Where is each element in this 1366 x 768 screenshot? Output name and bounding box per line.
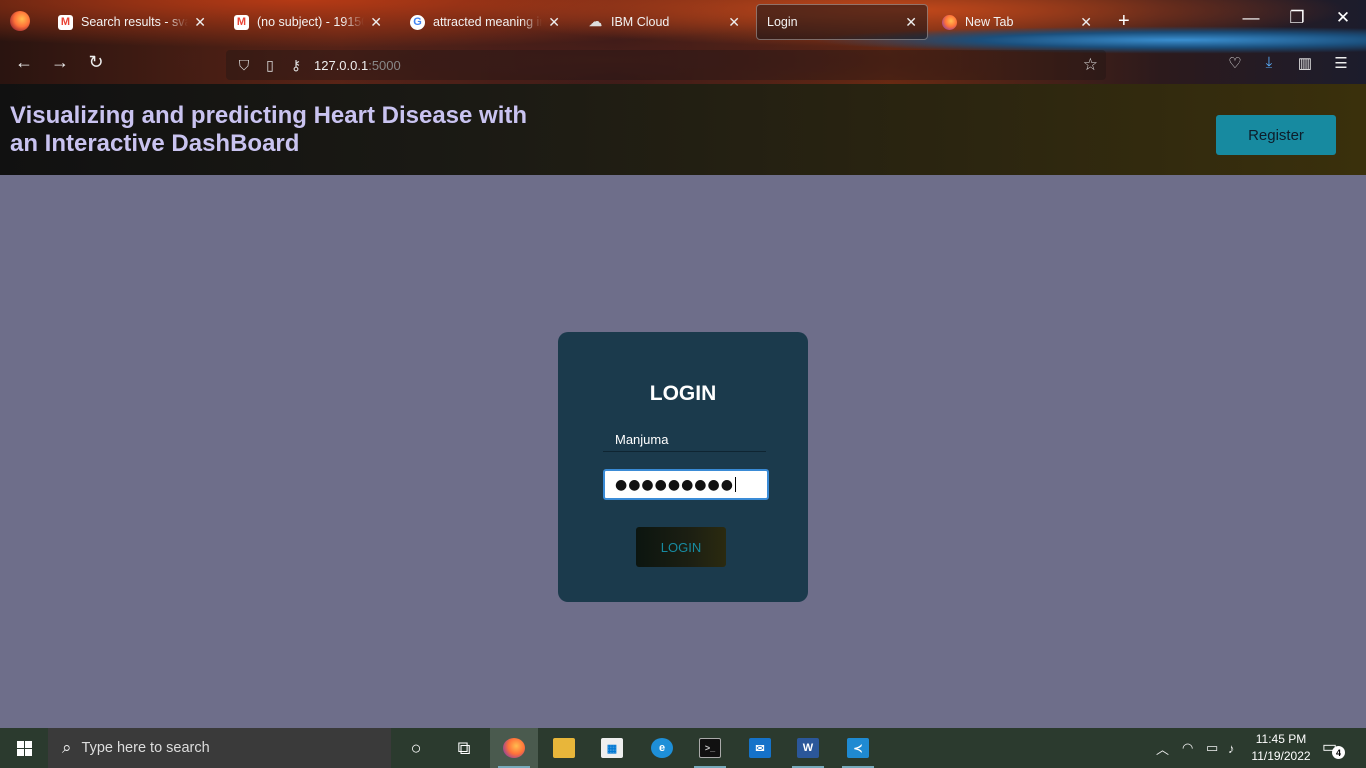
firefox-menu-icon[interactable] (10, 11, 30, 31)
forward-arrow-icon[interactable]: → (48, 52, 72, 73)
url-host: 127.0.0.1 (314, 57, 369, 73)
vscode-logo-icon: ≺ (847, 738, 869, 758)
new-tab-plus-icon[interactable]: + (1118, 10, 1130, 33)
file-explorer-icon[interactable] (540, 728, 588, 768)
firefox-icon (942, 14, 957, 30)
word-icon[interactable]: W (784, 728, 832, 768)
notification-center-icon[interactable]: ▭ 4 (1322, 737, 1345, 759)
gmail-icon: M (58, 14, 73, 30)
close-tab-icon[interactable]: ✕ (728, 14, 740, 31)
login-card: LOGIN ●●●●●●●●● LOGIN (558, 332, 808, 602)
password-masked-text: ●●●●●●●●● (615, 476, 734, 493)
search-icon: ⌕ (62, 738, 72, 757)
hamburger-menu-icon[interactable]: ☰ (1330, 54, 1352, 72)
terminal-icon[interactable]: >_ (686, 728, 734, 768)
close-tab-icon[interactable]: ✕ (194, 14, 206, 31)
windows-logo-icon (16, 740, 32, 756)
close-tab-icon[interactable]: ✕ (548, 14, 560, 31)
tab-search-results[interactable]: M Search results - svasthi ✕ (48, 4, 216, 40)
tab-new-tab[interactable]: New Tab ✕ (932, 4, 1102, 40)
login-button[interactable]: LOGIN (636, 527, 726, 567)
tab-title: Login (767, 15, 798, 29)
close-tab-icon[interactable]: ✕ (905, 14, 917, 31)
tab-title: New Tab (965, 15, 1014, 29)
url-text[interactable]: 127.0.0.1:5000 (314, 58, 401, 73)
google-icon: G (410, 14, 425, 30)
edge-icon[interactable]: e (638, 728, 686, 768)
volume-icon[interactable]: ♪ (1228, 728, 1235, 768)
page-info-icon[interactable]: ▯ (262, 57, 278, 74)
close-tab-icon[interactable]: ✕ (1080, 14, 1092, 31)
tab-attracted-meaning[interactable]: G attracted meaning in t ✕ (400, 4, 570, 40)
minimize-icon[interactable]: — (1236, 8, 1266, 28)
show-hidden-icons-chevron-up-icon[interactable]: ︿ (1156, 728, 1169, 768)
login-heading: LOGIN (649, 382, 717, 405)
tab-ibm-cloud[interactable]: ☁ IBM Cloud ✕ (578, 4, 750, 40)
text-cursor (734, 477, 736, 492)
download-icon[interactable]: ⤓ (1258, 54, 1280, 71)
tab-strip: M Search results - svasthi ✕ M (no subje… (0, 0, 1366, 44)
word-logo-icon: W (797, 738, 819, 758)
tab-title: Search results - svasthi (81, 15, 189, 29)
tab-title: attracted meaning in t (433, 15, 543, 29)
tab-no-subject[interactable]: M (no subject) - 1915040 ✕ (224, 4, 392, 40)
close-tab-icon[interactable]: ✕ (370, 14, 382, 31)
wifi-icon[interactable]: ◠ (1182, 728, 1193, 768)
edge-logo-icon: e (651, 738, 673, 758)
mail-icon[interactable]: ✉ (736, 728, 784, 768)
vscode-icon[interactable]: ≺ (834, 728, 882, 768)
clock-date: 11/19/2022 (1251, 749, 1311, 763)
restore-icon[interactable]: ❐ (1282, 8, 1312, 28)
notification-count: 4 (1332, 746, 1345, 759)
tab-title: (no subject) - 1915040 (257, 15, 364, 29)
tab-login[interactable]: Login ✕ (756, 4, 928, 40)
taskbar-search-box[interactable]: ⌕ Type here to search (48, 728, 391, 768)
folder-icon (553, 738, 575, 758)
envelope-icon: ✉ (749, 738, 771, 758)
sidebar-icon[interactable]: ▥ (1294, 54, 1316, 72)
battery-icon[interactable]: ▭ (1206, 728, 1218, 768)
username-field[interactable] (603, 428, 766, 452)
cloud-icon: ☁ (589, 14, 602, 29)
firefox-icon (503, 738, 525, 758)
reload-icon[interactable]: ↻ (84, 52, 108, 73)
windows-taskbar: ⌕ Type here to search ○ ⧉ ▦ e >_ ✉ W ≺ ︿… (0, 728, 1366, 768)
start-button[interactable] (0, 728, 48, 768)
pocket-icon[interactable]: ♡ (1224, 54, 1246, 72)
firefox-taskbar-icon[interactable] (490, 728, 538, 768)
bookmark-star-icon[interactable]: ☆ (1083, 55, 1098, 75)
tab-title: IBM Cloud (611, 15, 670, 29)
navigation-toolbar: ← → ↻ ⛉ ▯ ⚷ 127.0.0.1:5000 ☆ ♡ ⤓ ▥ ☰ (0, 44, 1366, 84)
gmail-icon: M (234, 14, 249, 30)
site-header: Visualizing and predicting Heart Disease… (0, 84, 1366, 175)
store-bag-icon: ▦ (601, 738, 623, 758)
url-port: :5000 (368, 57, 401, 73)
system-clock[interactable]: 11:45 PM 11/19/2022 (1244, 731, 1318, 765)
page-title: Visualizing and predicting Heart Disease… (10, 102, 528, 157)
address-bar[interactable]: ⛉ ▯ ⚷ 127.0.0.1:5000 ☆ (226, 50, 1106, 80)
close-window-icon[interactable]: ✕ (1328, 8, 1358, 28)
cortana-icon[interactable]: ○ (392, 728, 440, 768)
task-view-icon[interactable]: ⧉ (440, 728, 488, 768)
register-button[interactable]: Register (1216, 115, 1336, 155)
command-prompt-icon: >_ (699, 738, 721, 758)
clock-time: 11:45 PM (1255, 732, 1307, 746)
key-icon[interactable]: ⚷ (288, 57, 304, 74)
password-field[interactable]: ●●●●●●●●● (603, 469, 769, 500)
shield-icon[interactable]: ⛉ (236, 57, 252, 74)
search-placeholder: Type here to search (81, 740, 210, 756)
back-arrow-icon[interactable]: ← (12, 52, 36, 73)
browser-chrome: M Search results - svasthi ✕ M (no subje… (0, 0, 1366, 84)
microsoft-store-icon[interactable]: ▦ (588, 728, 636, 768)
